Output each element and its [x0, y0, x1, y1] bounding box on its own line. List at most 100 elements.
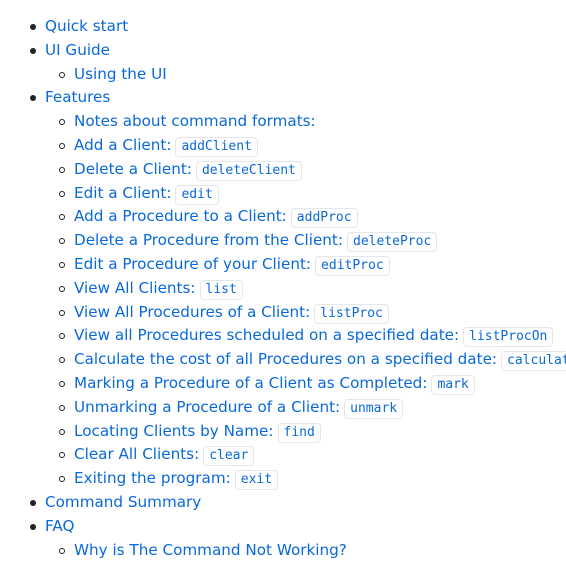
toc-label: View All Procedures of a Client: — [74, 302, 311, 321]
toc-link-delete-client[interactable]: Delete a Client: deleteClient — [74, 159, 302, 181]
circle-bullet-icon — [59, 285, 65, 292]
circle-bullet-icon — [59, 142, 65, 149]
disc-bullet-icon — [30, 95, 36, 102]
toc-item-delete-client: Delete a Client: deleteClient — [0, 158, 566, 182]
toc-sublist-faq: Why is The Command Not Working? — [0, 539, 566, 563]
toc-item-edit-proc: Edit a Procedure of your Client: editProc — [0, 253, 566, 277]
toc-label: Locating Clients by Name: — [74, 421, 274, 440]
toc-label: Add a Client: — [74, 135, 172, 154]
toc-link-exit[interactable]: Exiting the program: exit — [74, 469, 279, 491]
command-code: list — [199, 279, 243, 300]
toc-link-quick-start[interactable]: Quick start — [45, 17, 128, 35]
toc-label: View All Clients: — [74, 278, 196, 297]
toc-link-why-not-working[interactable]: Why is The Command Not Working? — [74, 541, 347, 559]
toc-link-list-proc-on[interactable]: View all Procedures scheduled on a speci… — [74, 326, 554, 348]
circle-bullet-icon — [59, 166, 65, 173]
toc-link-list-proc[interactable]: View All Procedures of a Client: listProc — [74, 302, 389, 324]
circle-bullet-icon — [59, 547, 65, 554]
circle-bullet-icon — [59, 71, 65, 78]
toc-label: Calculate the cost of all Procedures on … — [74, 350, 498, 369]
command-code: exit — [234, 470, 279, 491]
toc-link-unmark[interactable]: Unmarking a Procedure of a Client: unmark — [74, 397, 404, 419]
command-code: addClient — [175, 136, 258, 157]
command-code: listProcOn — [463, 327, 554, 348]
command-code: deleteProc — [347, 232, 438, 253]
toc-link-add-proc[interactable]: Add a Procedure to a Client: addProc — [74, 207, 358, 229]
toc-label: Add a Procedure to a Client: — [74, 207, 287, 226]
circle-bullet-icon — [59, 476, 65, 483]
circle-bullet-icon — [59, 428, 65, 435]
toc-link-edit-proc[interactable]: Edit a Procedure of your Client: editProc — [74, 255, 390, 276]
command-code: unmark — [344, 398, 404, 419]
toc-label: Clear All Clients: — [74, 445, 200, 464]
toc-item-add-client: Add a Client: addClient — [0, 134, 566, 158]
toc-item-edit-client: Edit a Client: edit — [0, 182, 566, 206]
toc-link-faq[interactable]: FAQ — [45, 517, 74, 535]
toc-link-mark[interactable]: Marking a Procedure of a Client as Compl… — [74, 373, 475, 395]
circle-bullet-icon — [59, 119, 65, 126]
toc-link-ui-guide[interactable]: UI Guide — [45, 41, 110, 59]
toc-list-top: Quick start UI Guide Using the UI Featur… — [0, 15, 566, 562]
toc-link-delete-proc[interactable]: Delete a Procedure from the Client: delet… — [74, 231, 438, 253]
circle-bullet-icon — [59, 333, 65, 340]
toc-label: Delete a Client: — [74, 159, 192, 178]
command-code: calculate — [501, 351, 566, 372]
toc-item-clear: Clear All Clients: clear — [0, 443, 566, 467]
toc-item-exit: Exiting the program: exit — [0, 467, 566, 491]
toc-item-add-proc: Add a Procedure to a Client: addProc — [0, 205, 566, 229]
command-code: find — [277, 422, 321, 443]
toc-item-notes: Notes about command formats: — [0, 110, 566, 134]
command-code: clear — [203, 446, 255, 467]
command-code: deleteClient — [195, 160, 302, 181]
toc-item-calculate: Calculate the cost of all Procedures on … — [0, 348, 566, 372]
circle-bullet-icon — [59, 261, 65, 268]
toc-item-features: Features Notes about command formats: Ad… — [0, 86, 566, 491]
toc-item-ui-guide: UI Guide Using the UI — [0, 39, 566, 87]
toc-item-command-summary: Command Summary — [0, 491, 566, 515]
toc-item-why-not-working: Why is The Command Not Working? — [0, 539, 566, 563]
toc-label: Delete a Procedure from the Client: — [74, 231, 344, 250]
disc-bullet-icon — [30, 24, 36, 30]
command-code: mark — [431, 374, 475, 395]
toc-link-find[interactable]: Locating Clients by Name: find — [74, 421, 321, 443]
command-code: edit — [175, 184, 219, 205]
toc-item-quick-start: Quick start — [0, 15, 566, 39]
circle-bullet-icon — [59, 380, 65, 387]
toc-label: Edit a Client: — [74, 183, 172, 202]
circle-bullet-icon — [59, 190, 65, 197]
circle-bullet-icon — [59, 357, 65, 364]
circle-bullet-icon — [59, 309, 65, 316]
circle-bullet-icon — [59, 214, 65, 221]
toc-link-using-ui[interactable]: Using the UI — [74, 65, 167, 83]
command-code: editProc — [315, 255, 390, 276]
toc-link-notes[interactable]: Notes about command formats: — [74, 112, 316, 130]
circle-bullet-icon — [59, 404, 65, 411]
toc-label: View all Procedures scheduled on a speci… — [74, 326, 460, 345]
toc-item-delete-proc: Delete a Procedure from the Client: delet… — [0, 229, 566, 253]
toc-item-mark: Marking a Procedure of a Client as Compl… — [0, 372, 566, 396]
toc-item-list-proc-on: View all Procedures scheduled on a speci… — [0, 324, 566, 348]
toc-link-calculate[interactable]: Calculate the cost of all Procedures on … — [74, 350, 566, 372]
disc-bullet-icon — [30, 47, 36, 54]
toc-link-features[interactable]: Features — [45, 88, 110, 106]
command-code: addProc — [290, 208, 358, 229]
command-code: listProc — [314, 303, 389, 324]
circle-bullet-icon — [59, 238, 65, 245]
toc-sublist-ui-guide: Using the UI — [0, 63, 566, 87]
toc-item-find: Locating Clients by Name: find — [0, 420, 566, 444]
toc-link-add-client[interactable]: Add a Client: addClient — [74, 135, 258, 157]
toc-item-list-proc: View All Procedures of a Client: listProc — [0, 301, 566, 325]
toc-link-command-summary[interactable]: Command Summary — [45, 493, 201, 511]
toc-label: Marking a Procedure of a Client as Compl… — [74, 373, 428, 392]
disc-bullet-icon — [30, 499, 36, 506]
toc-item-using-ui: Using the UI — [0, 63, 566, 87]
toc-link-clear[interactable]: Clear All Clients: clear — [74, 445, 255, 467]
toc-item-faq: FAQ Why is The Command Not Working? — [0, 515, 566, 563]
toc-label: Unmarking a Procedure of a Client: — [74, 397, 341, 416]
toc-sublist-features: Notes about command formats: Add a Clien… — [0, 110, 566, 491]
toc-link-edit-client[interactable]: Edit a Client: edit — [74, 183, 219, 205]
toc-label: Exiting the program: — [74, 469, 231, 488]
circle-bullet-icon — [59, 452, 65, 459]
toc-link-list[interactable]: View All Clients: list — [74, 278, 243, 300]
toc-item-unmark: Unmarking a Procedure of a Client: unmark — [0, 396, 566, 420]
